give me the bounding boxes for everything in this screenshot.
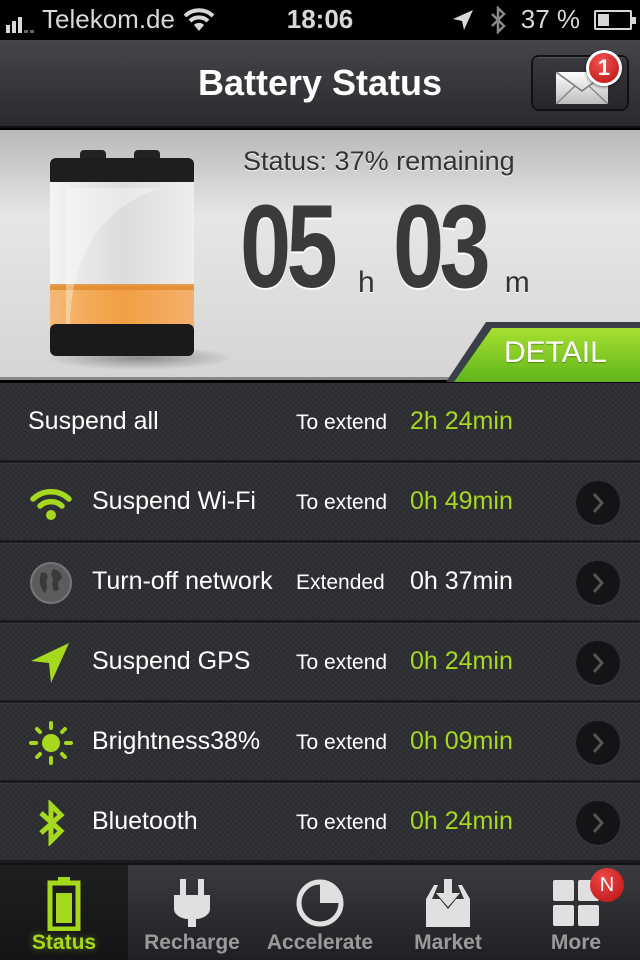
item-value: 0h 24min [410,647,513,675]
item-prefix: To extend [296,811,388,834]
chevron-right-icon [592,733,605,753]
mail-badge: 1 [586,50,622,86]
chevron-right-icon [592,813,605,833]
list-item-brightness[interactable]: Brightness38% To extend 0h 09min [0,703,640,783]
tab-bar: Status Recharge Accelerate Market More [0,863,640,960]
item-prefix: Extended [296,571,385,594]
tab-label: Accelerate [266,931,374,954]
plug-icon [174,879,210,927]
list-item-network[interactable]: Turn-off network Extended 0h 37min [0,543,640,623]
tab-label: More [550,931,602,954]
item-value: 0h 49min [410,487,513,515]
chevron-right-button[interactable] [576,721,620,765]
item-title: Suspend Wi-Fi [92,487,256,515]
tab-accelerate[interactable]: Accelerate [256,865,384,960]
list-item-suspend-all[interactable]: Suspend all To extend 2h 24min [0,383,640,463]
battery-icon [47,877,81,931]
battery-percent: 37 % [520,4,580,34]
battery-summary-panel: Status: 37% remaining 05 h 03 m DETAIL [0,130,640,382]
chevron-right-icon [592,573,605,593]
wifi-icon [26,481,76,525]
item-prefix: To extend [296,731,388,754]
bluetooth-icon [490,5,506,34]
bluetooth-icon [26,800,76,846]
item-value: 2h 24min [410,407,513,435]
item-value: 0h 24min [410,807,513,835]
minutes-unit: m [504,266,530,299]
item-title: Suspend GPS [92,647,251,675]
status-text: Status: 37% remaining [243,146,515,176]
sun-icon [26,721,76,765]
pie-icon [296,879,344,927]
battery-icon [594,9,636,30]
tab-label: Status [31,931,97,954]
more-badge: N [590,868,624,902]
detail-button[interactable]: DETAIL [446,320,640,382]
item-prefix: To extend [296,651,388,674]
chevron-right-button[interactable] [576,641,620,685]
location-icon [452,9,473,30]
chevron-right-button[interactable] [576,481,620,525]
chevron-right-button[interactable] [576,801,620,845]
item-title: Turn-off network [92,567,273,595]
detail-label: DETAIL [504,336,607,369]
list-item-wifi[interactable]: Suspend Wi-Fi To extend 0h 49min [0,463,640,543]
item-title: Suspend all [28,407,159,435]
tab-label: Market [414,931,482,954]
battery-illustration [45,150,230,370]
location-arrow-icon [26,641,76,685]
download-tray-icon [426,879,470,927]
status-bar: Telekom.de 18:06 37 % [0,0,640,40]
tab-market[interactable]: Market [384,865,512,960]
item-prefix: To extend [296,411,388,434]
list-item-bluetooth[interactable]: Bluetooth To extend 0h 24min [0,783,640,863]
item-title: Brightness38% [92,727,261,755]
tab-label: Recharge [144,931,240,954]
item-value: 0h 37min [410,567,513,595]
power-saving-list: Suspend all To extend 2h 24min Suspend W… [0,383,640,863]
chevron-right-icon [592,653,605,673]
tab-status[interactable]: Status [0,865,128,960]
item-value: 0h 09min [410,727,513,755]
hours-unit: h [358,266,375,299]
tab-recharge[interactable]: Recharge [128,865,256,960]
item-prefix: To extend [296,491,388,514]
minutes-value: 03 [392,181,491,313]
hours-value: 05 [240,181,338,313]
chevron-right-icon [592,493,605,513]
globe-icon [26,561,76,605]
list-item-gps[interactable]: Suspend GPS To extend 0h 24min [0,623,640,703]
chevron-right-button[interactable] [576,561,620,605]
item-title: Bluetooth [92,807,198,835]
remaining-time: 05 h 03 m [240,181,530,313]
nav-bar: Battery Status [0,40,640,128]
